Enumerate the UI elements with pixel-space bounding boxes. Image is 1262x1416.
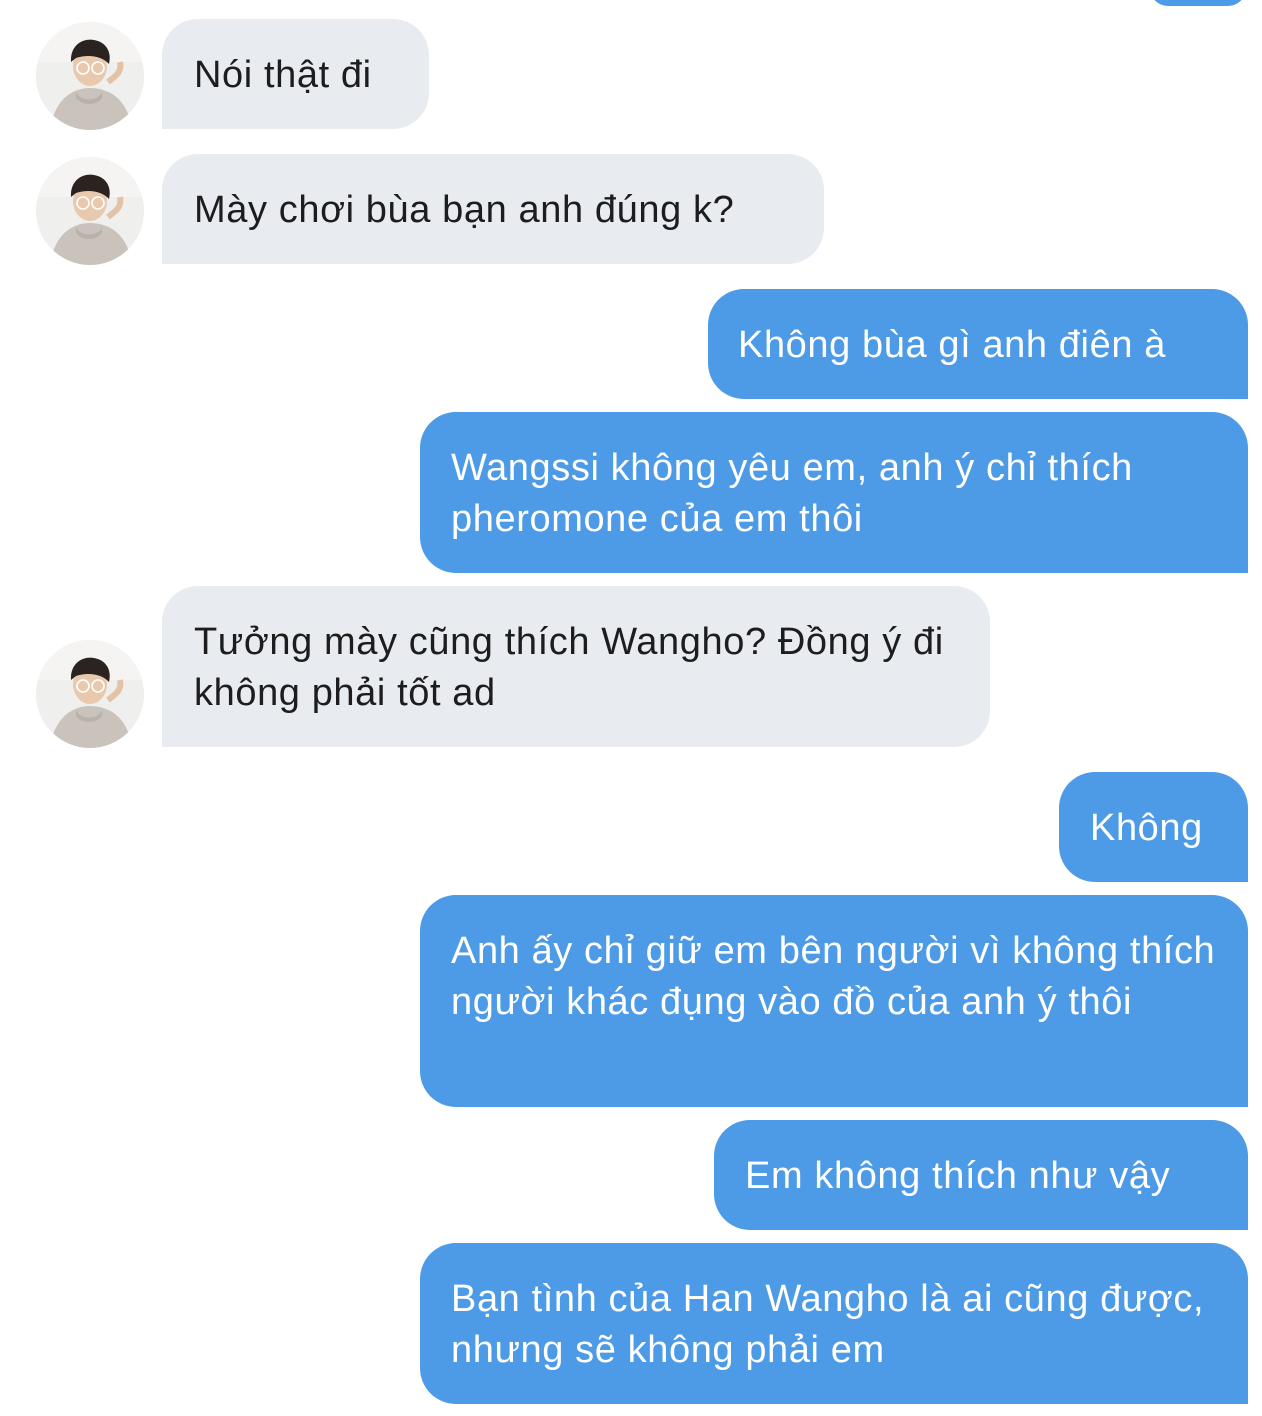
contact-avatar[interactable] xyxy=(36,640,144,748)
contact-avatar[interactable] xyxy=(36,22,144,130)
outgoing-message[interactable]: Anh ấy chỉ giữ em bên người vì không thí… xyxy=(420,895,1248,1107)
outgoing-message[interactable]: Bạn tình của Han Wangho là ai cũng được,… xyxy=(420,1243,1248,1404)
avatar-photo-icon xyxy=(36,22,144,130)
outgoing-message[interactable]: Không xyxy=(1059,772,1248,882)
previous-message-edge xyxy=(1150,0,1246,6)
outgoing-message[interactable]: Wangssi không yêu em, anh ý chỉ thích ph… xyxy=(420,412,1248,573)
avatar-photo-icon xyxy=(36,640,144,748)
incoming-message[interactable]: Nói thật đi xyxy=(162,19,429,129)
incoming-message[interactable]: Tưởng mày cũng thích Wangho? Đồng ý đi k… xyxy=(162,586,990,747)
contact-avatar[interactable] xyxy=(36,157,144,265)
outgoing-message[interactable]: Không bùa gì anh điên à xyxy=(708,289,1248,399)
incoming-message[interactable]: Mày chơi bùa bạn anh đúng k? xyxy=(162,154,824,264)
avatar-photo-icon xyxy=(36,157,144,265)
outgoing-message[interactable]: Em không thích như vậy xyxy=(714,1120,1248,1230)
